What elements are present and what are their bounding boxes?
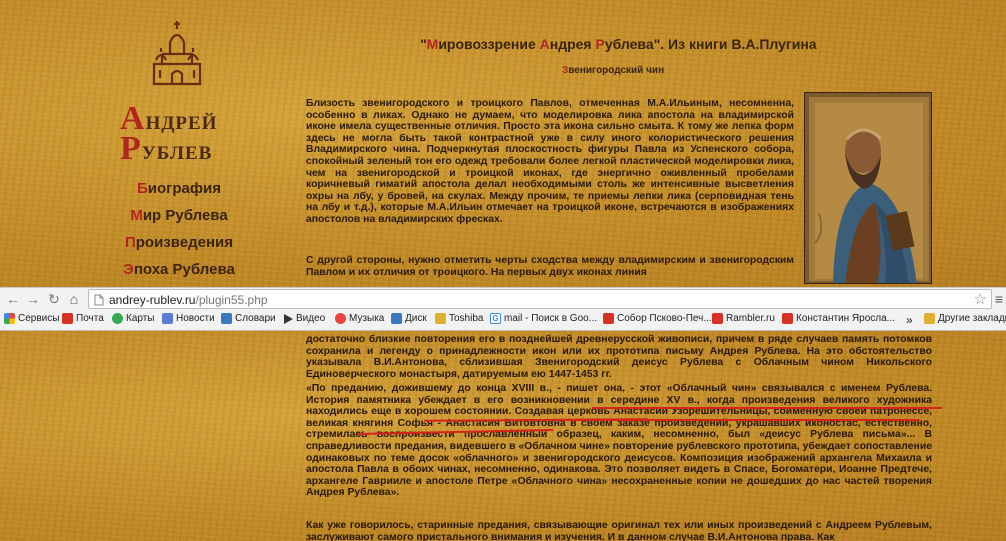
yandex-icon: [782, 313, 793, 324]
bookmark-label: Константин Яросла...: [796, 313, 896, 324]
page-title: "Мировоззрение Андрея Рублева". Из книги…: [420, 36, 817, 52]
nav-capital: М: [130, 207, 143, 224]
yandex-icon: [603, 313, 614, 324]
article-paragraph-top2: С другой стороны, нужно отметить черты с…: [306, 255, 794, 278]
bookmark-item[interactable]: Музыка: [335, 313, 384, 324]
yandex-icon: [62, 313, 73, 324]
bookmark-star-icon[interactable]: ☆: [974, 290, 987, 308]
subtitle-text: венигородский чин: [568, 65, 665, 76]
title-capital: Р: [595, 36, 605, 52]
bookmark-label: Toshiba: [449, 313, 484, 324]
bookmark-item[interactable]: Словари: [221, 313, 276, 324]
bookmark-item[interactable]: Видео: [284, 313, 325, 324]
bookmark-label: Карты: [126, 313, 155, 324]
url-path: /plugin55.php: [195, 293, 268, 307]
bookmark-label: Музыка: [349, 313, 385, 324]
browser-toolbar: ← → ↻ ⌂ andrey-rublev.ru/plugin55.php ☆ …: [0, 287, 1006, 331]
bookmark-item[interactable]: Константин Яросла...: [782, 313, 895, 324]
nav-label: ир Рублева: [142, 207, 228, 224]
bookmark-item[interactable]: Toshiba: [435, 313, 483, 324]
bookmark-label: Rambler.ru: [726, 313, 775, 324]
page-icon: [94, 294, 104, 306]
bookmark-label: Почта: [76, 313, 104, 324]
apps-icon: [4, 313, 15, 324]
nav-label: поха Рублева: [133, 261, 235, 278]
nav-label: роизведения: [135, 234, 234, 251]
address-bar[interactable]: andrey-rublev.ru/plugin55.php ☆: [88, 289, 992, 309]
bookmark-item[interactable]: Gmail - Поиск в Goo...: [490, 313, 597, 324]
logo-capital: Р: [120, 130, 142, 167]
icon-painting: [805, 93, 931, 283]
page-upper: Андрей Рублев Биография Мир Рублева Прои…: [0, 0, 1006, 287]
dict-icon: [221, 313, 232, 324]
title-part: ировоззрение: [438, 36, 540, 52]
nav-capital: Э: [123, 261, 134, 278]
menu-icon[interactable]: ≡: [992, 290, 1006, 308]
bookmark-label: Сервисы: [18, 313, 60, 324]
title-part: ублева". Из книги В.А.Плугина: [604, 36, 817, 52]
maps-icon: [112, 313, 123, 324]
bookmarks-overflow-button[interactable]: »: [906, 313, 913, 327]
nav-capital: П: [124, 234, 136, 251]
back-arrow-icon[interactable]: ←: [4, 290, 22, 308]
more-icon: »: [906, 313, 913, 327]
url-text: andrey-rublev.ru/plugin55.php: [109, 293, 268, 307]
folder-icon: [435, 313, 446, 324]
folder-icon: [924, 313, 935, 324]
bookmark-item[interactable]: Собор Псково-Печ...: [603, 313, 712, 324]
page-lower: достаточно близкие повторения его в позд…: [0, 331, 1006, 541]
title-part: ндрея: [549, 36, 596, 52]
logo-text: ублев: [141, 135, 213, 165]
church-logo-icon: [152, 21, 202, 86]
nav-epoch[interactable]: Эпоха Рублева: [120, 261, 238, 278]
bookmark-label: Собор Псково-Печ...: [617, 313, 712, 324]
bookmark-item[interactable]: Новости: [162, 313, 215, 324]
logo-word-rublev[interactable]: Рублев: [120, 130, 212, 168]
bookmark-label: Новости: [176, 313, 215, 324]
page-subtitle: Звенигородский чин: [562, 65, 664, 76]
apostle-paul-icon-image: [804, 92, 932, 284]
music-icon: [335, 313, 346, 324]
bookmarks-bar: Сервисы Почта Карты Новости Словари Виде…: [0, 310, 1006, 330]
bookmark-item[interactable]: Диск: [391, 313, 427, 324]
bookmark-label: mail - Поиск в Goo...: [504, 313, 598, 324]
url-domain: andrey-rublev.ru: [109, 293, 196, 307]
news-icon: [162, 313, 173, 324]
video-icon: [284, 313, 293, 324]
disk-icon: [391, 313, 402, 324]
nav-works[interactable]: Произведения: [120, 234, 238, 251]
google-icon: G: [490, 313, 501, 324]
title-part: ": [420, 36, 427, 52]
bookmark-label: Другие закладки: [938, 313, 1006, 324]
bookmark-label: Словари: [235, 313, 276, 324]
browser-nav-row: ← → ↻ ⌂ andrey-rublev.ru/plugin55.php ☆ …: [0, 288, 1006, 310]
bookmark-item[interactable]: Другие закладки: [924, 313, 1006, 324]
nav-biography[interactable]: Биография: [120, 180, 238, 197]
forward-arrow-icon[interactable]: →: [24, 290, 42, 308]
underline-mark: [520, 419, 920, 421]
bookmark-label: Диск: [405, 313, 427, 324]
nav-world[interactable]: Мир Рублева: [120, 207, 238, 224]
article-paragraph-c: Как уже говорилось, старинные предания, …: [306, 520, 932, 541]
article-paragraph-a: достаточно близкие повторения его в позд…: [306, 334, 932, 380]
bookmark-label: Видео: [296, 313, 326, 324]
bookmark-item[interactable]: Почта: [62, 313, 104, 324]
underline-mark: [592, 407, 942, 409]
bookmark-item[interactable]: Rambler.ru: [712, 313, 775, 324]
article-paragraph-top: Близость звенигородского и троицкого Пав…: [306, 98, 794, 225]
bookmark-item[interactable]: Карты: [112, 313, 155, 324]
nav-capital: Б: [136, 180, 148, 197]
nav-label: иография: [147, 180, 222, 197]
article-paragraph-b: «По преданию, дожившему до конца XVIII в…: [306, 383, 932, 499]
title-capital: М: [426, 36, 439, 52]
home-icon[interactable]: ⌂: [65, 290, 83, 308]
yandex-icon: [712, 313, 723, 324]
bookmark-item[interactable]: Сервисы: [4, 313, 59, 324]
reload-icon[interactable]: ↻: [45, 290, 63, 308]
title-capital: А: [539, 36, 550, 52]
